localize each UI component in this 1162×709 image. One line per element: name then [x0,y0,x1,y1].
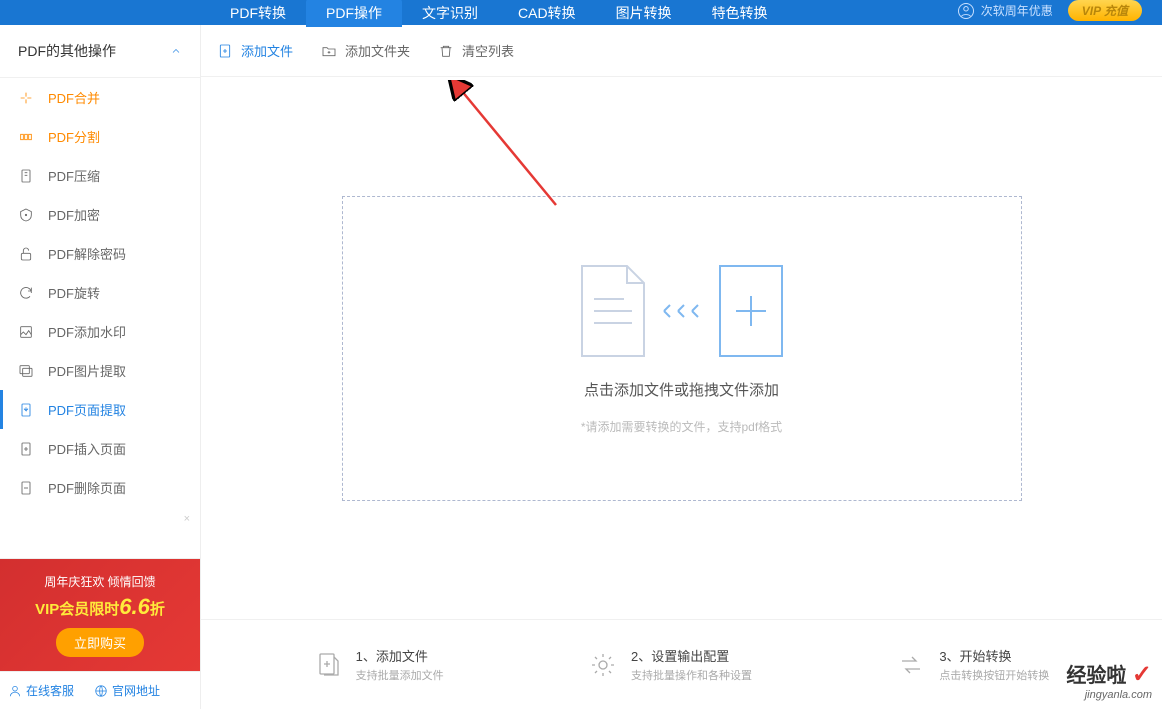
delete-page-icon [18,480,34,496]
sidebar-item-label: PDF压缩 [48,166,100,185]
sidebar-item-label: PDF合并 [48,88,100,107]
user-area[interactable]: 次软周年优惠 [957,2,1053,20]
sidebar-item-compress[interactable]: PDF压缩 [0,156,200,195]
clear-list-button[interactable]: 清空列表 [438,41,514,60]
add-file-button[interactable]: 添加文件 [217,41,293,60]
sidebar-item-insert-page[interactable]: PDF插入页面 [0,429,200,468]
sidebar-item-label: PDF页面提取 [48,400,126,419]
sidebar-item-label: PDF添加水印 [48,322,126,341]
page-extract-icon [18,402,34,418]
sidebar-item-image-extract[interactable]: PDF图片提取 [0,351,200,390]
promo-banner[interactable]: 周年庆狂欢 倾情回馈 VIP会员限时6.6折 立即购买 [0,559,200,671]
nav-tab-image[interactable]: 图片转换 [596,0,692,27]
nav-tab-pdf-operate[interactable]: PDF操作 [306,0,402,27]
sidebar-title: PDF的其他操作 [18,41,116,61]
sidebar-item-label: PDF插入页面 [48,439,126,458]
close-icon[interactable]: × [0,507,200,531]
drop-zone-hint: *请添加需要转换的文件，支持pdf格式 [581,418,782,435]
promo-line2: VIP会员限时6.6折 [10,594,190,620]
drop-zone-text: 点击添加文件或拖拽文件添加 [584,379,779,400]
chevron-up-icon [170,45,182,57]
watermark: 经验啦 ✓ jingyanla.com [1066,659,1152,701]
add-folder-label: 添加文件夹 [345,41,410,60]
nav-tab-special[interactable]: 特色转换 [692,0,788,27]
promo-line1: 周年庆狂欢 倾情回馈 [10,573,190,590]
add-file-label: 添加文件 [241,41,293,60]
drop-zone-graphic [572,261,792,361]
watermark-icon [18,324,34,340]
merge-icon [18,90,34,106]
nav-tabs: PDF转换 PDF操作 文字识别 CAD转换 图片转换 特色转换 [210,0,788,27]
drop-zone[interactable]: 点击添加文件或拖拽文件添加 *请添加需要转换的文件，支持pdf格式 [342,196,1022,501]
steps-bar: 1、添加文件支持批量添加文件 2、设置输出配置支持批量操作和各种设置 3、开始转… [201,619,1162,709]
step-title: 2、设置输出配置 [631,646,752,665]
add-folder-button[interactable]: 添加文件夹 [321,41,410,60]
sidebar: PDF的其他操作 PDF合并 PDF分割 PDF压缩 PDF加密 PDF解除密码… [0,25,201,709]
official-site-link[interactable]: 官网地址 [94,682,160,699]
trash-icon [438,43,454,59]
sidebar-item-delete-page[interactable]: PDF删除页面 [0,468,200,507]
nav-tab-pdf-convert[interactable]: PDF转换 [210,0,306,27]
step-sub: 支持批量添加文件 [356,667,444,683]
globe-icon [94,684,108,698]
step-1: 1、添加文件支持批量添加文件 [314,646,444,683]
step-3: 3、开始转换点击转换按钮开始转换 [897,646,1049,683]
add-file-icon [217,43,233,59]
step-add-icon [314,651,342,679]
step-title: 3、开始转换 [939,646,1049,665]
user-icon [957,2,975,20]
step-sub: 支持批量操作和各种设置 [631,667,752,683]
step-sub: 点击转换按钮开始转换 [939,667,1049,683]
sidebar-item-merge[interactable]: PDF合并 [0,78,200,117]
sidebar-item-decrypt[interactable]: PDF解除密码 [0,234,200,273]
sidebar-item-watermark[interactable]: PDF添加水印 [0,312,200,351]
add-document-icon [710,261,792,361]
nav-tab-cad[interactable]: CAD转换 [498,0,596,27]
unlock-icon [18,246,34,262]
step-title: 1、添加文件 [356,646,444,665]
sidebar-item-label: PDF分割 [48,127,100,146]
sidebar-item-page-extract[interactable]: PDF页面提取 [0,390,200,429]
step-2: 2、设置输出配置支持批量操作和各种设置 [589,646,752,683]
sidebar-item-label: PDF删除页面 [48,478,126,497]
bottom-links: 在线客服 官网地址 [0,671,200,709]
image-extract-icon [18,363,34,379]
user-icon [8,684,22,698]
toolbar: 添加文件 添加文件夹 清空列表 [201,25,1162,77]
online-service-link[interactable]: 在线客服 [8,682,74,699]
arrow-right-icon [662,301,702,321]
sidebar-item-label: PDF加密 [48,205,100,224]
nav-tab-ocr[interactable]: 文字识别 [402,0,498,27]
gear-icon [589,651,617,679]
sidebar-header[interactable]: PDF的其他操作 [0,25,200,78]
sidebar-list: PDF合并 PDF分割 PDF压缩 PDF加密 PDF解除密码 PDF旋转 PD… [0,78,200,558]
sidebar-item-label: PDF解除密码 [48,244,126,263]
clear-list-label: 清空列表 [462,41,514,60]
sidebar-item-label: PDF图片提取 [48,361,126,380]
promo-buy-button[interactable]: 立即购买 [56,628,144,657]
rotate-icon [18,285,34,301]
top-nav: PDF转换 PDF操作 文字识别 CAD转换 图片转换 特色转换 次软周年优惠 … [0,0,1162,25]
sidebar-item-encrypt[interactable]: PDF加密 [0,195,200,234]
sidebar-item-label: PDF旋转 [48,283,100,302]
sidebar-item-rotate[interactable]: PDF旋转 [0,273,200,312]
lock-icon [18,207,34,223]
add-folder-icon [321,43,337,59]
sidebar-item-split[interactable]: PDF分割 [0,117,200,156]
user-text: 次软周年优惠 [981,2,1053,19]
insert-page-icon [18,441,34,457]
split-icon [18,129,34,145]
compress-icon [18,168,34,184]
convert-icon [897,651,925,679]
vip-button[interactable]: VIP 充值 [1068,0,1142,21]
content-area: 添加文件 添加文件夹 清空列表 点击添加文件或拖拽 [201,25,1162,709]
document-icon [572,261,654,361]
promo-area: 周年庆狂欢 倾情回馈 VIP会员限时6.6折 立即购买 [0,558,200,671]
